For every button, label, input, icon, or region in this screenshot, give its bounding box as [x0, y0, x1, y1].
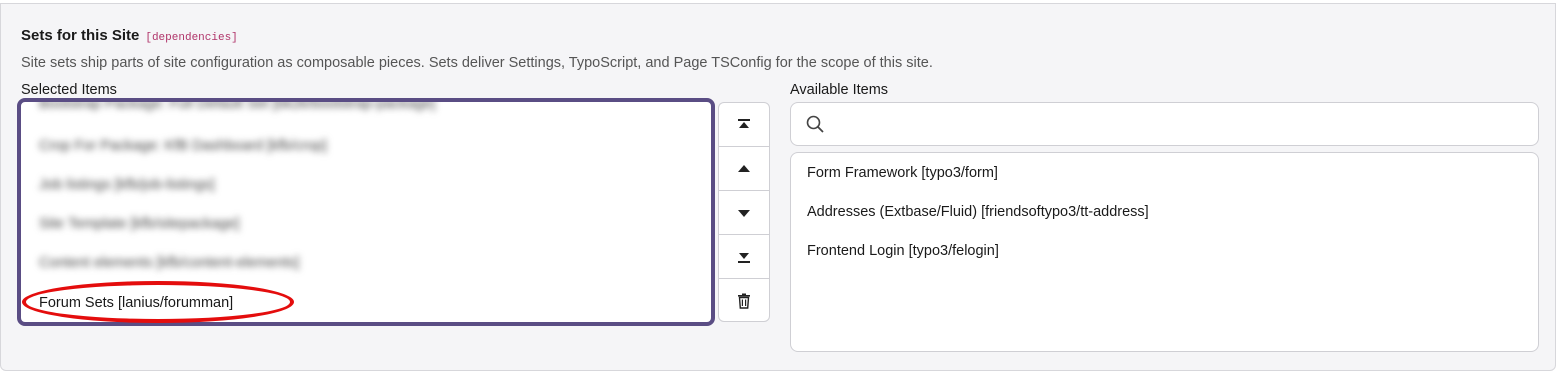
search-icon	[806, 115, 824, 138]
move-to-bottom-icon	[738, 252, 750, 263]
move-to-top-icon	[738, 118, 750, 128]
move-down-button[interactable]	[719, 191, 769, 235]
search-input[interactable]	[833, 111, 1527, 139]
move-up-icon	[738, 164, 750, 172]
section-description: Site sets ship parts of site configurati…	[21, 55, 933, 71]
remove-button[interactable]	[719, 279, 769, 323]
trash-icon	[738, 293, 750, 309]
available-item[interactable]: Frontend Login [typo3/felogin]	[807, 243, 999, 259]
selected-item[interactable]: Bootstrap Package: Full Default Set [bk2…	[39, 102, 436, 112]
selected-item[interactable]: Site Template [kfb/sitepackage]	[39, 216, 239, 232]
available-item[interactable]: Addresses (Extbase/Fluid) [friendsoftypo…	[807, 204, 1149, 220]
section-title: Sets for this Site	[21, 27, 140, 44]
move-to-bottom-button[interactable]	[719, 235, 769, 279]
available-items-search	[790, 102, 1539, 146]
available-items-label: Available Items	[790, 82, 889, 98]
move-up-button[interactable]	[719, 147, 769, 191]
section-header: Sets for this Site [dependencies]	[21, 27, 238, 44]
available-items-list[interactable]: Form Framework [typo3/form] Addresses (E…	[790, 152, 1539, 352]
selection-control-buttons	[718, 102, 770, 322]
selected-item[interactable]: Job listings [kfb/job-listings]	[39, 177, 215, 193]
move-down-icon	[738, 209, 750, 217]
selected-items-label: Selected Items	[21, 82, 117, 98]
selected-item[interactable]: Content elements [kfb/content-elements]	[39, 255, 299, 271]
available-item[interactable]: Form Framework [typo3/form]	[807, 165, 998, 181]
selected-item[interactable]: Crop For Package: KfB Dashboard [kfb/cro…	[39, 138, 327, 154]
move-to-top-button[interactable]	[719, 103, 769, 147]
dependencies-tag: [dependencies]	[145, 32, 238, 44]
highlight-annotation	[22, 281, 294, 323]
